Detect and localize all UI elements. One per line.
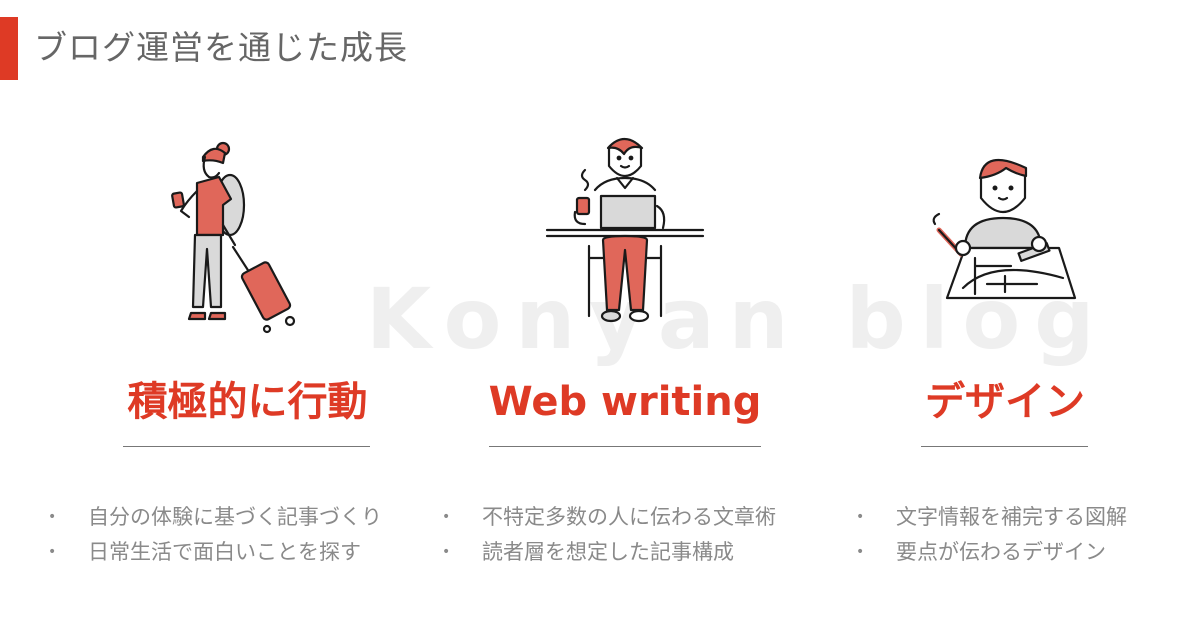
column-divider: [123, 446, 370, 447]
page-title: ブログ運営を通じた成長: [34, 28, 408, 67]
column-divider: [489, 446, 761, 447]
person-writing-on-laptop-illustration: [545, 137, 705, 323]
bullet-icon: •: [856, 509, 865, 525]
column-divider: [921, 446, 1088, 447]
person-drawing-design-illustration: [932, 158, 1077, 300]
bullet-icon: •: [48, 509, 57, 525]
bullet-list-action: • 自分の体験に基づく記事づくり • 日常生活で面白いことを探す: [44, 500, 382, 570]
column-title-action: 積極的に行動: [127, 379, 368, 425]
bullet-icon: •: [442, 544, 451, 560]
list-item: • 文字情報を補完する図解: [852, 500, 1127, 535]
list-item: • 自分の体験に基づく記事づくり: [44, 500, 382, 535]
list-item: • 読者層を想定した記事構成: [438, 535, 776, 570]
bullet-list-web-writing: • 不特定多数の人に伝わる文章術 • 読者層を想定した記事構成: [438, 500, 776, 570]
column-title-web-writing: Web writing: [488, 379, 762, 425]
bullet-icon: •: [48, 544, 57, 560]
bullet-list-design: • 文字情報を補完する図解 • 要点が伝わるデザイン: [852, 500, 1127, 570]
bullet-icon: •: [442, 509, 451, 525]
list-item: • 要点が伝わるデザイン: [852, 535, 1127, 570]
column-title-design: デザイン: [925, 379, 1085, 425]
title-accent-bar: [0, 17, 18, 80]
traveler-with-suitcase-illustration: [171, 141, 296, 334]
bullet-icon: •: [856, 544, 865, 560]
list-item: • 日常生活で面白いことを探す: [44, 535, 382, 570]
list-item: • 不特定多数の人に伝わる文章術: [438, 500, 776, 535]
